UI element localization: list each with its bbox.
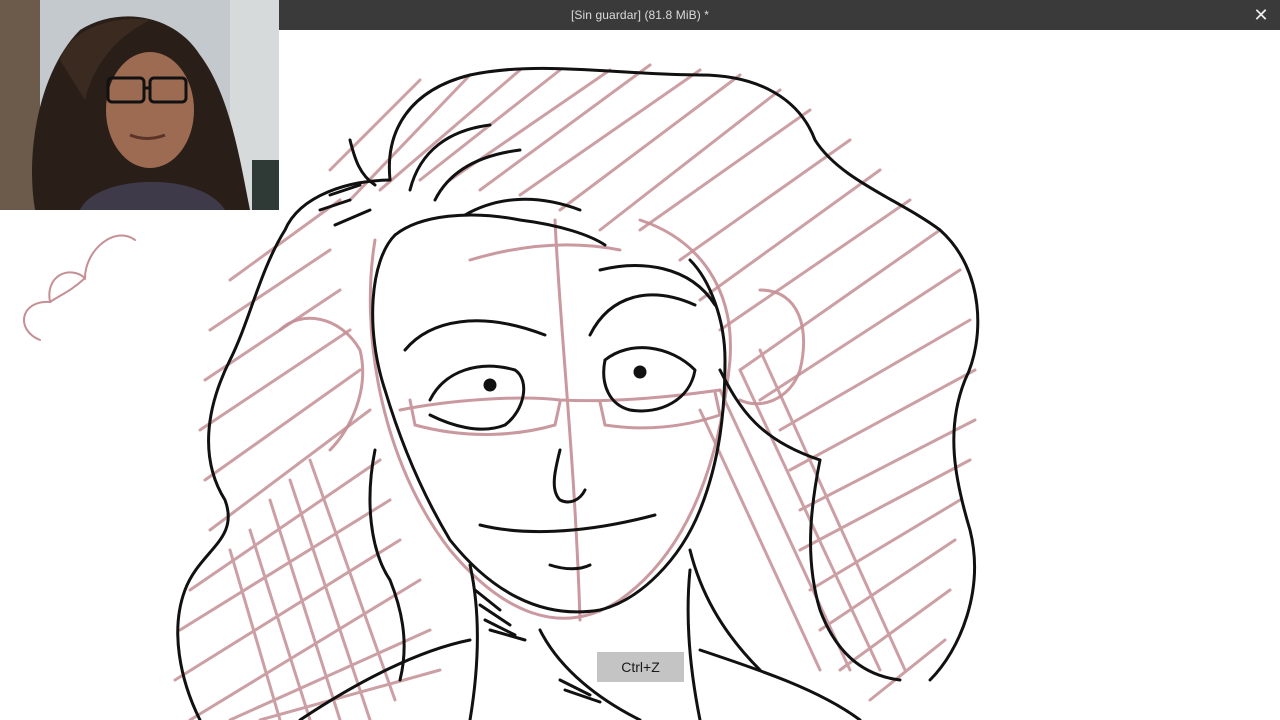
close-icon[interactable]: ✕ <box>1250 5 1272 25</box>
webcam-person-image <box>0 0 279 210</box>
webcam-overlay <box>0 0 279 210</box>
shortcut-tooltip: Ctrl+Z <box>597 652 684 682</box>
